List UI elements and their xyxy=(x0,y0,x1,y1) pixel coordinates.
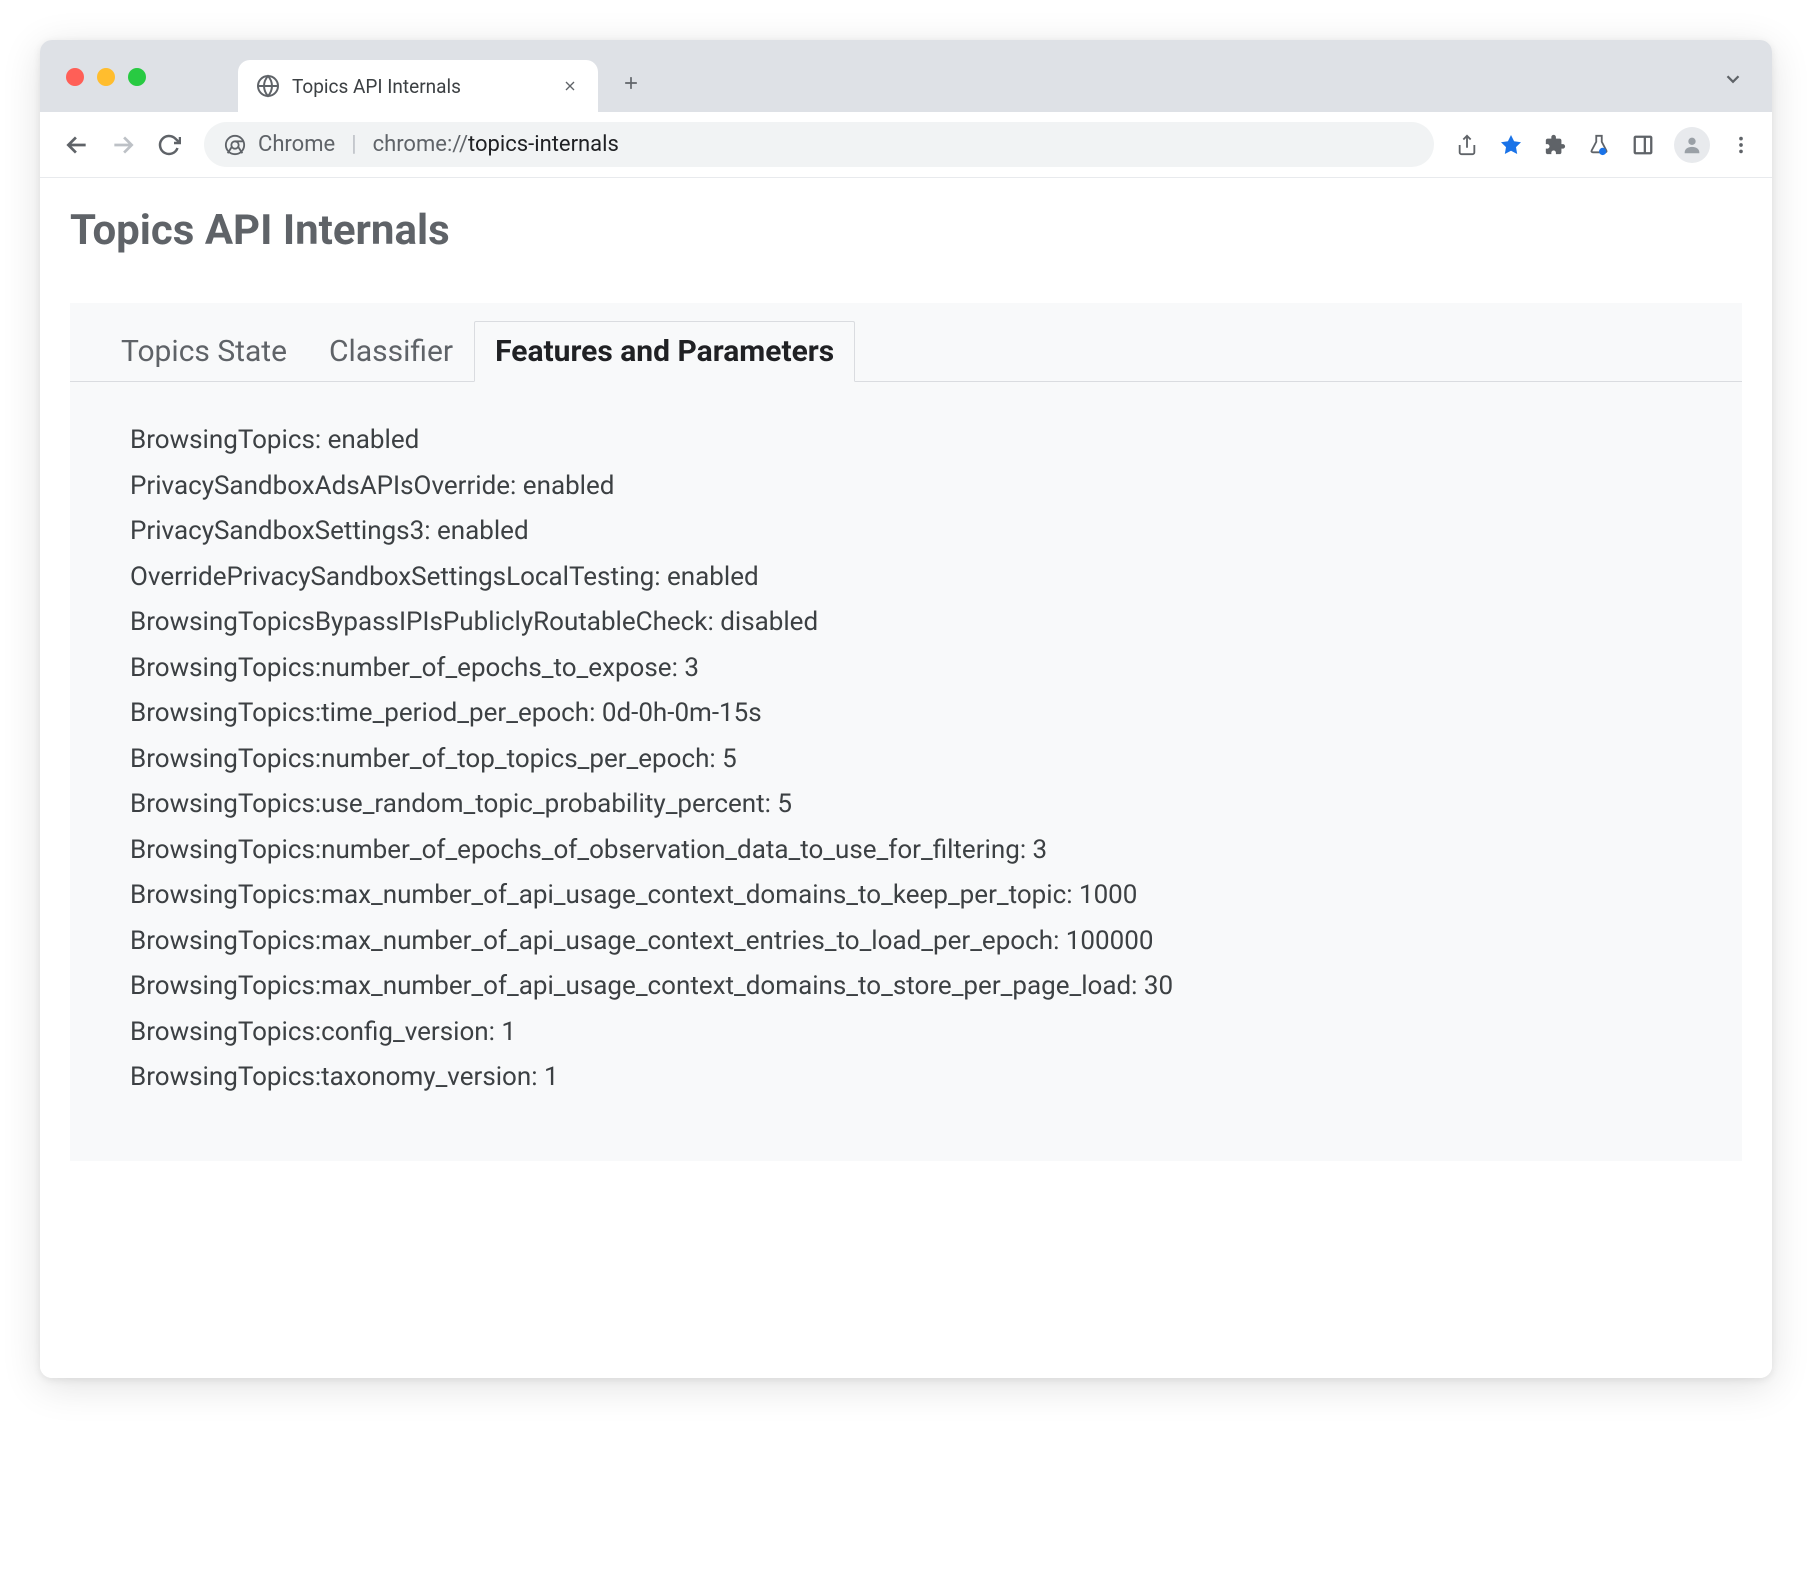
param-line: BrowsingTopics:use_random_topic_probabil… xyxy=(130,782,1682,828)
address-label: Chrome xyxy=(258,132,335,157)
page-content: Topics API Internals Topics State Classi… xyxy=(40,178,1772,1378)
profile-avatar[interactable] xyxy=(1674,127,1710,163)
tab-topics-state[interactable]: Topics State xyxy=(100,321,308,382)
param-line: BrowsingTopics:number_of_epochs_to_expos… xyxy=(130,646,1682,692)
tab-title: Topics API Internals xyxy=(292,75,461,98)
params-list: BrowsingTopics: enabled PrivacySandboxAd… xyxy=(70,382,1742,1161)
menu-icon[interactable] xyxy=(1728,132,1754,158)
forward-button[interactable] xyxy=(104,126,142,164)
traffic-lights xyxy=(66,68,146,86)
param-line: BrowsingTopics:max_number_of_api_usage_c… xyxy=(130,919,1682,965)
param-line: BrowsingTopics:max_number_of_api_usage_c… xyxy=(130,873,1682,919)
tab-panel: Topics State Classifier Features and Par… xyxy=(70,303,1742,1161)
address-url: chrome://topics-internals xyxy=(373,132,619,157)
param-line: BrowsingTopics:number_of_top_topics_per_… xyxy=(130,737,1682,783)
page-title: Topics API Internals xyxy=(70,206,1742,255)
back-button[interactable] xyxy=(58,126,96,164)
param-line: BrowsingTopics: enabled xyxy=(130,418,1682,464)
window-minimize-button[interactable] xyxy=(97,68,115,86)
side-panel-icon[interactable] xyxy=(1630,132,1656,158)
url-scheme: chrome:// xyxy=(373,132,468,157)
window-maximize-button[interactable] xyxy=(128,68,146,86)
close-tab-icon[interactable] xyxy=(560,76,580,96)
param-line: BrowsingTopics:max_number_of_api_usage_c… xyxy=(130,964,1682,1010)
chrome-icon xyxy=(224,134,246,156)
address-bar[interactable]: Chrome | chrome://topics-internals xyxy=(204,122,1434,167)
param-line: BrowsingTopics:taxonomy_version: 1 xyxy=(130,1055,1682,1101)
extensions-icon[interactable] xyxy=(1542,132,1568,158)
bookmark-star-icon[interactable] xyxy=(1498,132,1524,158)
labs-icon[interactable] xyxy=(1586,132,1612,158)
browser-tab[interactable]: Topics API Internals xyxy=(238,60,598,112)
url-path: topics-internals xyxy=(468,132,619,157)
browser-window: Topics API Internals Chrome xyxy=(40,40,1772,1378)
param-line: BrowsingTopics:number_of_epochs_of_obser… xyxy=(130,828,1682,874)
param-line: PrivacySandboxAdsAPIsOverride: enabled xyxy=(130,464,1682,510)
param-line: BrowsingTopicsBypassIPIsPubliclyRoutable… xyxy=(130,600,1682,646)
panel-tabs: Topics State Classifier Features and Par… xyxy=(70,303,1742,382)
window-close-button[interactable] xyxy=(66,68,84,86)
toolbar-actions xyxy=(1454,127,1754,163)
tabs-dropdown-icon[interactable] xyxy=(1722,68,1744,94)
tab-bar: Topics API Internals xyxy=(238,52,646,112)
reload-button[interactable] xyxy=(150,126,188,164)
tab-features-parameters[interactable]: Features and Parameters xyxy=(474,321,855,382)
address-separator: | xyxy=(351,132,356,157)
param-line: OverridePrivacySandboxSettingsLocalTesti… xyxy=(130,555,1682,601)
globe-icon xyxy=(256,74,280,98)
browser-toolbar: Chrome | chrome://topics-internals xyxy=(40,112,1772,178)
new-tab-button[interactable] xyxy=(616,68,646,98)
param-line: BrowsingTopics:config_version: 1 xyxy=(130,1010,1682,1056)
param-line: BrowsingTopics:time_period_per_epoch: 0d… xyxy=(130,691,1682,737)
tab-classifier[interactable]: Classifier xyxy=(308,321,474,382)
param-line: PrivacySandboxSettings3: enabled xyxy=(130,509,1682,555)
share-icon[interactable] xyxy=(1454,132,1480,158)
chrome-tab-strip: Topics API Internals xyxy=(40,40,1772,112)
